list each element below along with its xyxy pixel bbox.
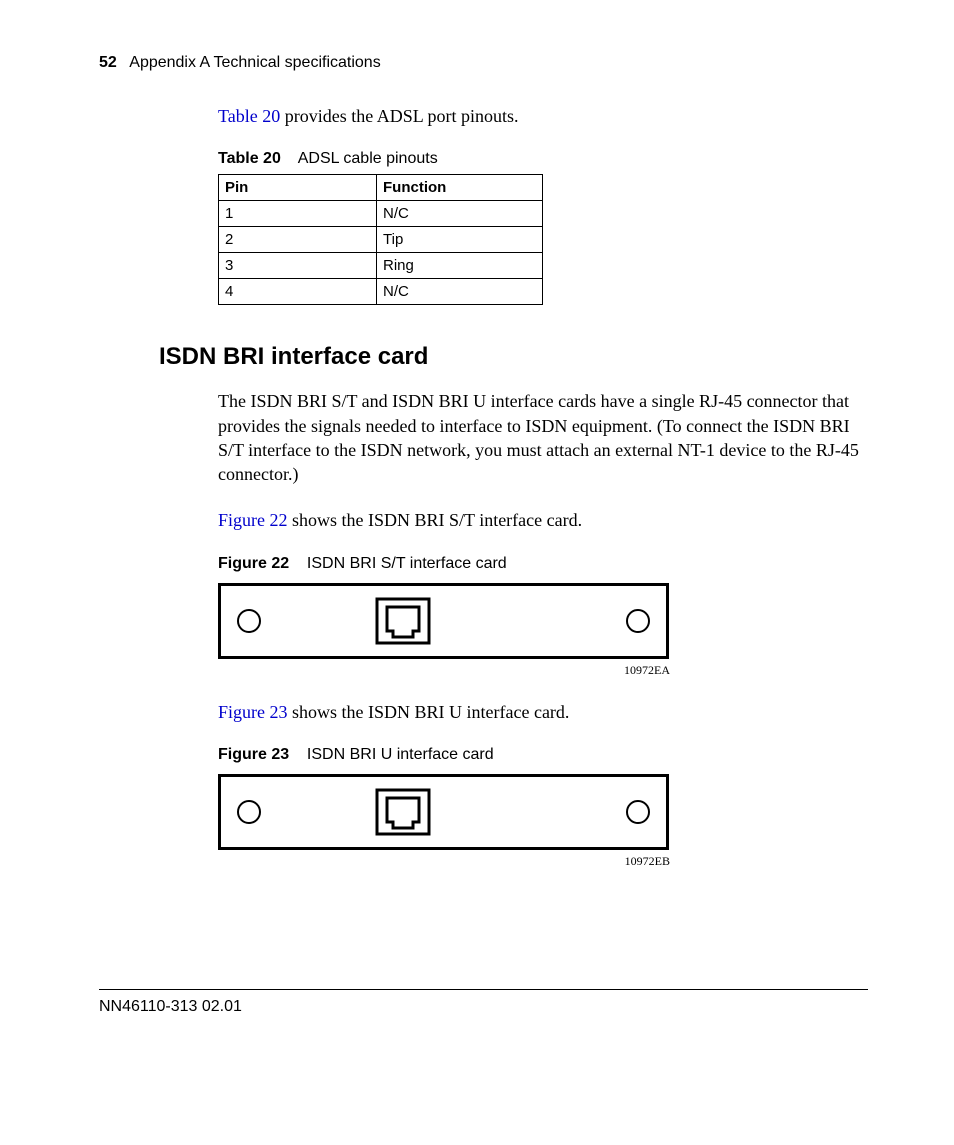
table20-title: ADSL cable pinouts <box>298 150 438 167</box>
table-header-row: Pin Function <box>219 175 543 201</box>
footer-rule <box>99 989 868 990</box>
table20-caption: Table 20 ADSL cable pinouts <box>218 150 868 168</box>
table-row: 1 N/C <box>219 201 543 227</box>
intro-rest: provides the ADSL port pinouts. <box>280 106 518 126</box>
screw-hole-icon <box>626 800 650 824</box>
document-id: NN46110-313 02.01 <box>99 998 242 1015</box>
section-heading: ISDN BRI interface card <box>159 343 868 371</box>
screw-hole-icon <box>237 800 261 824</box>
cell-function: Tip <box>377 227 543 253</box>
figure22-id: 10972EA <box>218 663 670 678</box>
table-row: 2 Tip <box>219 227 543 253</box>
cell-pin: 1 <box>219 201 377 227</box>
table-header-pin: Pin <box>219 175 377 201</box>
page-number: 52 <box>99 54 117 71</box>
screw-hole-icon <box>626 609 650 633</box>
figure23-label: Figure 23 <box>218 746 289 763</box>
figure22-diagram <box>218 583 669 659</box>
figure22-intro-rest: shows the ISDN BRI S/T interface card. <box>288 510 583 530</box>
cell-pin: 4 <box>219 279 377 305</box>
header-section: Appendix A Technical specifications <box>129 54 380 71</box>
figure23-intro-rest: shows the ISDN BRI U interface card. <box>288 702 570 722</box>
cell-function: N/C <box>377 279 543 305</box>
figure23-title: ISDN BRI U interface card <box>307 746 494 763</box>
cell-pin: 3 <box>219 253 377 279</box>
figure22-label: Figure 22 <box>218 555 289 572</box>
cell-function: N/C <box>377 201 543 227</box>
figure22-title: ISDN BRI S/T interface card <box>307 555 507 572</box>
table20: Pin Function 1 N/C 2 Tip 3 Ring 4 N/C <box>218 174 543 305</box>
figure22-link[interactable]: Figure 22 <box>218 510 288 530</box>
running-header: 52 Appendix A Technical specifications <box>99 54 868 72</box>
table20-label: Table 20 <box>218 150 281 167</box>
figure23-id: 10972EB <box>218 854 670 869</box>
table-header-function: Function <box>377 175 543 201</box>
intro-paragraph: Table 20 provides the ADSL port pinouts. <box>218 104 868 128</box>
figure23-caption: Figure 23 ISDN BRI U interface card <box>218 746 868 764</box>
page-footer: NN46110-313 02.01 <box>99 989 868 1016</box>
figure23-intro: Figure 23 shows the ISDN BRI U interface… <box>218 700 868 724</box>
rj45-port-icon <box>375 788 431 836</box>
figure22-intro: Figure 22 shows the ISDN BRI S/T interfa… <box>218 508 868 532</box>
isdn-paragraph: The ISDN BRI S/T and ISDN BRI U interfac… <box>218 389 868 486</box>
figure23-link[interactable]: Figure 23 <box>218 702 288 722</box>
table20-link[interactable]: Table 20 <box>218 106 280 126</box>
table-row: 4 N/C <box>219 279 543 305</box>
figure22-caption: Figure 22 ISDN BRI S/T interface card <box>218 555 868 573</box>
cell-function: Ring <box>377 253 543 279</box>
figure23-diagram <box>218 774 669 850</box>
cell-pin: 2 <box>219 227 377 253</box>
rj45-port-icon <box>375 597 431 645</box>
screw-hole-icon <box>237 609 261 633</box>
table-row: 3 Ring <box>219 253 543 279</box>
